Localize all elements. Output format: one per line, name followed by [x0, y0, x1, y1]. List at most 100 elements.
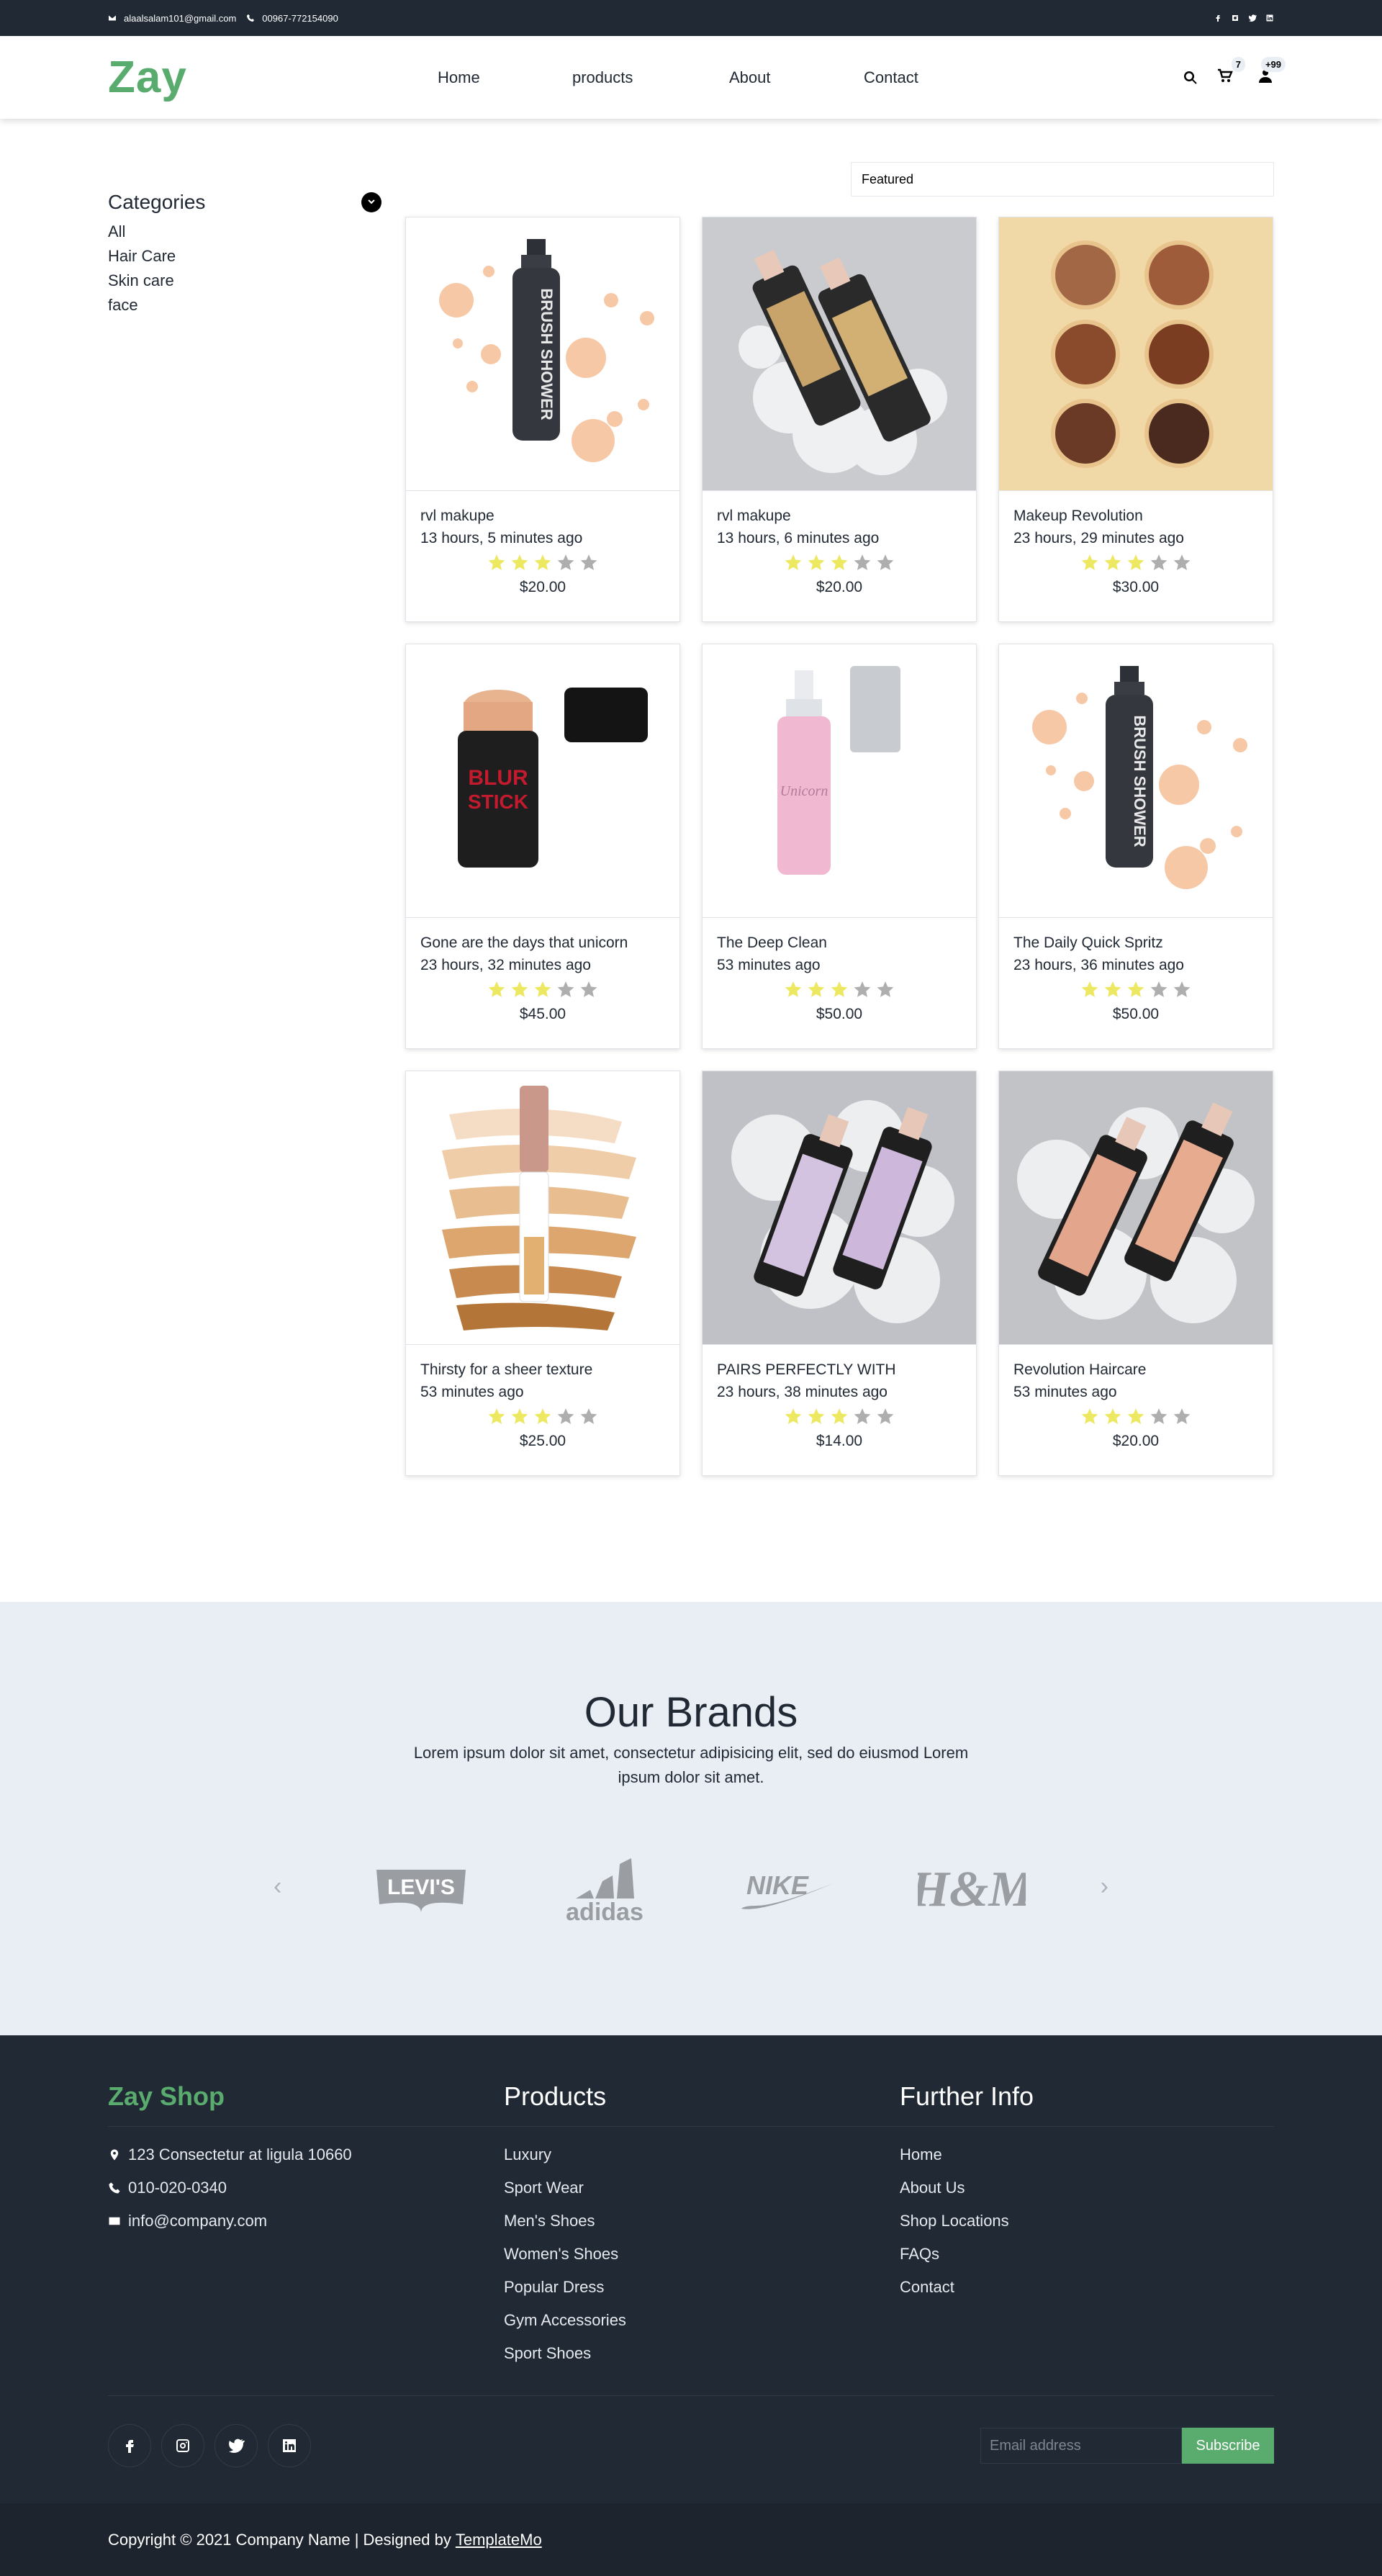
product-card[interactable]: Thirsty for a sheer texture 53 minutes a…	[405, 1071, 680, 1476]
product-grid: BRUSH SHOWER rvl makupe 13 hours, 5 minu…	[405, 217, 1273, 1476]
product-time: 23 hours, 38 minutes ago	[717, 1384, 888, 1400]
nav-contact[interactable]: Contact	[864, 68, 918, 87]
footer-link-sport-shoes[interactable]: Sport Shoes	[504, 2337, 900, 2370]
product-time: 53 minutes ago	[717, 957, 821, 973]
product-name[interactable]: Revolution Haircare	[1013, 1359, 1258, 1381]
instagram-icon[interactable]	[1231, 14, 1239, 22]
category-item-all[interactable]: All	[108, 220, 381, 244]
footer-email[interactable]: info@company.com	[108, 2205, 504, 2238]
star-icon	[877, 554, 894, 570]
footer-info-column: Further Info Home About Us Shop Location…	[900, 2081, 1274, 2304]
product-name[interactable]: rvl makupe	[717, 505, 962, 527]
site-logo[interactable]: Zay	[108, 52, 187, 103]
nav-about[interactable]: About	[729, 68, 864, 87]
product-image[interactable]: BRUSH SHOWER	[406, 217, 679, 491]
brand-logo-nike[interactable]: NIKE	[727, 1854, 849, 1926]
product-name[interactable]: Thirsty for a sheer texture	[420, 1359, 665, 1381]
footer-link-shop-locations[interactable]: Shop Locations	[900, 2205, 1274, 2238]
user-button[interactable]: +99	[1257, 57, 1286, 88]
category-list: All Hair Care Skin care face	[108, 220, 381, 318]
product-card[interactable]: PAIRS PERFECTLY WITH 23 hours, 38 minute…	[702, 1071, 977, 1476]
product-name[interactable]: PAIRS PERFECTLY WITH	[717, 1359, 962, 1381]
sort-select[interactable]: Featured	[851, 162, 1274, 197]
product-card[interactable]: Unicorn The Deep Clean 53 minutes ago $5…	[702, 644, 977, 1049]
star-icon	[1150, 554, 1168, 570]
contact-email[interactable]: alaalsalam101@gmail.com	[108, 13, 236, 24]
cart-count-badge: 7	[1231, 57, 1245, 72]
product-name[interactable]: The Deep Clean	[717, 932, 962, 954]
product-card[interactable]: Revolution Haircare 53 minutes ago $20.0…	[998, 1071, 1273, 1476]
twitter-icon[interactable]	[1248, 14, 1257, 22]
footer-phone[interactable]: 010-020-0340	[108, 2171, 504, 2205]
brand-logo-hm[interactable]: H&M	[911, 1854, 1033, 1926]
footer-linkedin-button[interactable]	[268, 2424, 311, 2467]
footer-link-contact[interactable]: Contact	[900, 2271, 1274, 2304]
top-info-bar: alaalsalam101@gmail.com 00967-772154090	[0, 0, 1382, 36]
category-item-hair-care[interactable]: Hair Care	[108, 244, 381, 269]
linkedin-icon[interactable]	[1265, 14, 1274, 22]
star-icon	[1081, 1408, 1098, 1424]
product-image[interactable]: BLUR STICK	[406, 644, 679, 918]
newsletter-email-input[interactable]	[980, 2428, 1182, 2464]
footer-link-sport-wear[interactable]: Sport Wear	[504, 2171, 900, 2205]
product-image[interactable]	[703, 1071, 976, 1345]
svg-text:BLUR: BLUR	[468, 766, 528, 790]
product-price: $45.00	[519, 1006, 566, 1022]
footer-facebook-button[interactable]	[108, 2424, 151, 2467]
product-name[interactable]: Gone are the days that unicorn	[420, 932, 665, 954]
product-card[interactable]: BLUR STICK Gone are the days that unicor…	[405, 644, 680, 1049]
product-time: 13 hours, 5 minutes ago	[420, 530, 583, 546]
phone-text: 00967-772154090	[262, 12, 338, 24]
nav-products[interactable]: products	[572, 68, 729, 87]
star-icon	[557, 1408, 574, 1424]
subscribe-button[interactable]: Subscribe	[1182, 2428, 1274, 2464]
product-card[interactable]: BRUSH SHOWER rvl makupe 13 hours, 5 minu…	[405, 217, 680, 622]
footer-address: 123 Consectetur at ligula 10660	[108, 2138, 504, 2171]
brand-logo-adidas[interactable]: adidas	[543, 1854, 666, 1926]
designer-link[interactable]: TemplateMo	[456, 2531, 542, 2549]
category-item-face[interactable]: face	[108, 293, 381, 318]
facebook-icon[interactable]	[1214, 14, 1222, 22]
star-icon	[854, 981, 871, 997]
map-pin-icon	[110, 2149, 119, 2161]
product-rating	[1013, 553, 1258, 572]
footer-info-title: Further Info	[900, 2081, 1274, 2127]
categories-toggle[interactable]	[361, 192, 381, 212]
chevron-left-icon[interactable]: ‹	[274, 1873, 281, 1901]
copyright-bar: Copyright © 2021 Company Name | Designed…	[0, 2503, 1382, 2576]
product-image[interactable]	[999, 217, 1273, 491]
footer-link-home[interactable]: Home	[900, 2138, 1274, 2171]
star-icon	[785, 981, 802, 997]
chevron-right-icon[interactable]: ›	[1101, 1873, 1108, 1901]
product-card[interactable]: BRUSH SHOWER The Daily Quick Spritz 23 h…	[998, 644, 1273, 1049]
footer-link-luxury[interactable]: Luxury	[504, 2138, 900, 2171]
footer-instagram-button[interactable]	[161, 2424, 204, 2467]
cart-button[interactable]: 7	[1216, 57, 1245, 88]
footer-link-womens-shoes[interactable]: Women's Shoes	[504, 2238, 900, 2271]
star-icon	[1104, 981, 1121, 997]
nav-home[interactable]: Home	[438, 68, 572, 87]
product-name[interactable]: Makeup Revolution	[1013, 505, 1258, 527]
product-image[interactable]	[406, 1071, 679, 1345]
brand-logo-levis[interactable]: LEVI'S	[360, 1854, 482, 1926]
footer-link-faqs[interactable]: FAQs	[900, 2238, 1274, 2271]
product-image[interactable]: Unicorn	[703, 644, 976, 918]
contact-phone[interactable]: 00967-772154090	[246, 13, 338, 24]
category-item-skin-care[interactable]: Skin care	[108, 269, 381, 293]
star-icon	[580, 981, 597, 997]
footer-link-mens-shoes[interactable]: Men's Shoes	[504, 2205, 900, 2238]
product-image[interactable]: BRUSH SHOWER	[999, 644, 1273, 918]
product-image[interactable]	[999, 1071, 1273, 1345]
product-card[interactable]: Makeup Revolution 23 hours, 29 minutes a…	[998, 217, 1273, 622]
product-card[interactable]: rvl makupe 13 hours, 6 minutes ago $20.0…	[702, 217, 977, 622]
search-icon[interactable]	[1182, 69, 1199, 86]
footer-link-gym-accessories[interactable]: Gym Accessories	[504, 2304, 900, 2337]
footer-twitter-button[interactable]	[214, 2424, 258, 2467]
product-image[interactable]	[703, 217, 976, 491]
product-rating	[717, 553, 962, 572]
product-time: 53 minutes ago	[420, 1384, 524, 1400]
footer-link-about-us[interactable]: About Us	[900, 2171, 1274, 2205]
product-name[interactable]: The Daily Quick Spritz	[1013, 932, 1258, 954]
footer-link-popular-dress[interactable]: Popular Dress	[504, 2271, 900, 2304]
product-name[interactable]: rvl makupe	[420, 505, 665, 527]
